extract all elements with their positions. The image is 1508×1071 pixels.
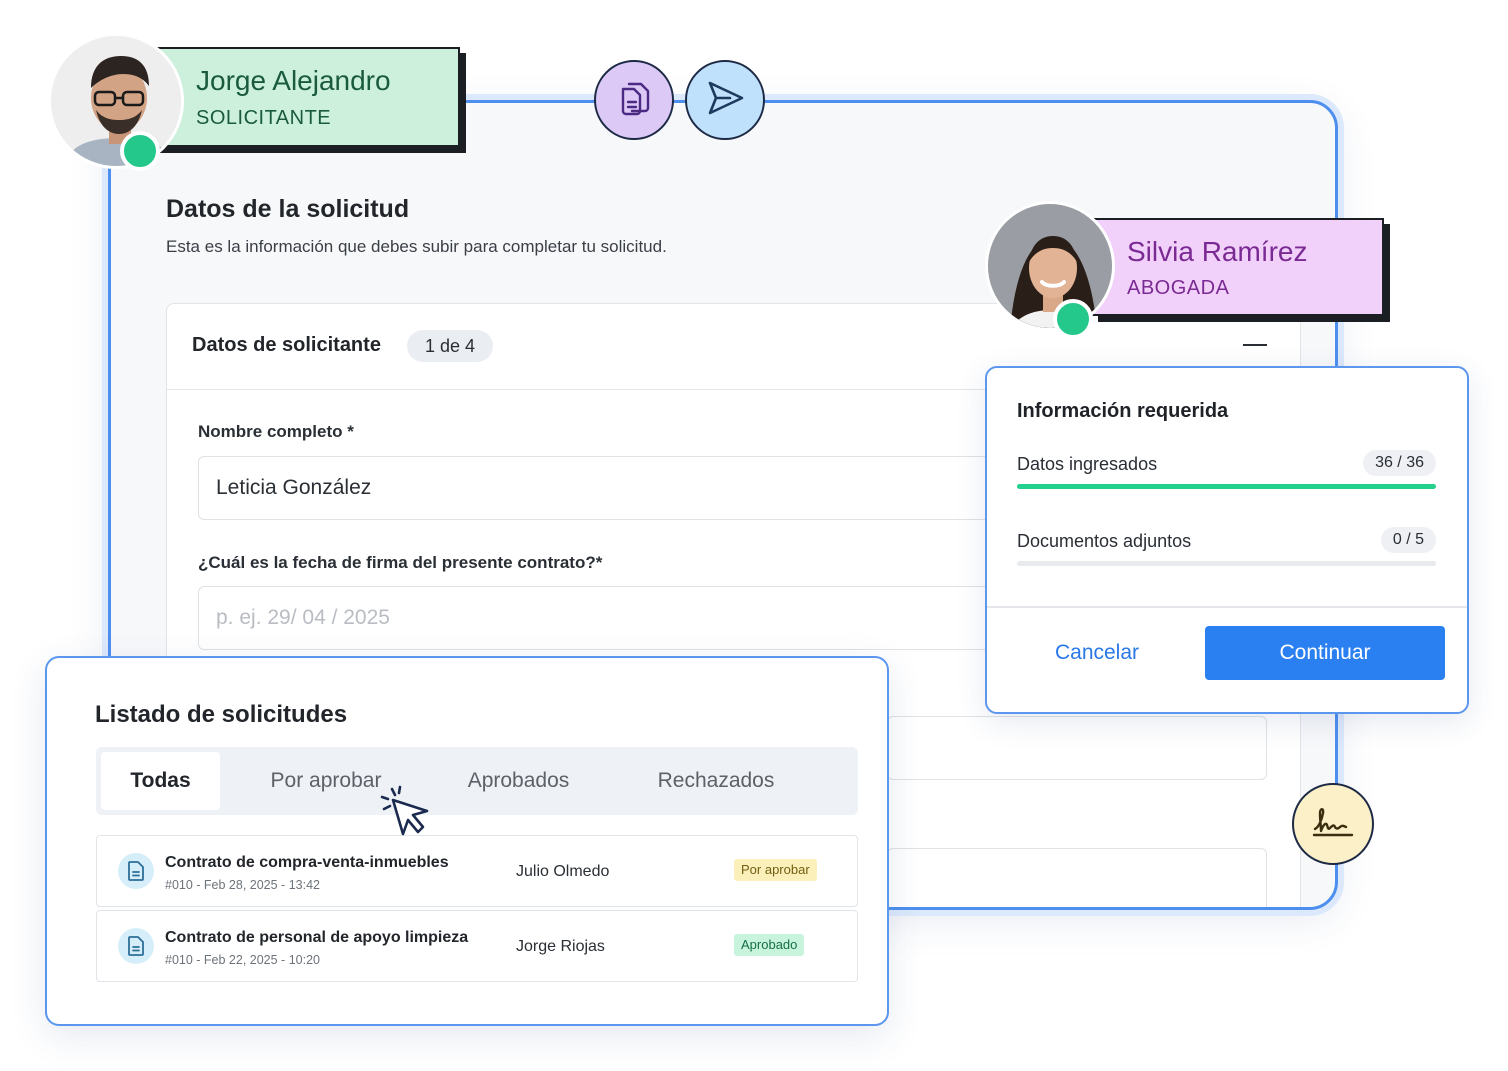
attachments-label: Documentos adjuntos [1017, 531, 1192, 551]
request-title: Contrato de personal de apoyo limpieza [165, 929, 469, 946]
signature-icon [1309, 802, 1357, 847]
document-icon [118, 928, 154, 964]
data-entered-label: Datos ingresados [1017, 454, 1158, 474]
attachments-count: 0 / 5 [1380, 527, 1436, 553]
minus-icon[interactable] [1243, 344, 1267, 346]
status-tabs: Todas Por aprobar Aprobados Rechazados [96, 747, 858, 815]
pointer-cursor-icon [378, 783, 438, 843]
request-row[interactable]: Contrato de personal de apoyo limpieza #… [96, 910, 858, 982]
send-button[interactable] [685, 60, 765, 140]
applicant-online-indicator [120, 131, 160, 171]
dialog-title: Información requerida [1017, 400, 1229, 422]
data-entered-count: 36 / 36 [1363, 450, 1436, 476]
requests-list-window: Listado de solicitudes Todas Por aprobar… [45, 656, 889, 1026]
lawyer-role: ABOGADA [1127, 277, 1230, 299]
list-title: Listado de solicitudes [95, 701, 348, 728]
applicant-role: SOLICITANTE [196, 107, 332, 129]
tab-rejected[interactable]: Rechazados [641, 752, 791, 810]
required-info-dialog: Información requerida Datos ingresados 3… [985, 366, 1469, 714]
request-person: Julio Olmedo [516, 863, 610, 880]
tab-pending[interactable]: Por aprobar [256, 752, 396, 810]
request-title: Contrato de compra-venta-inmuebles [165, 854, 449, 871]
full-name-label: Nombre completo * [198, 422, 354, 441]
document-icon [118, 853, 154, 889]
tab-approved[interactable]: Aprobados [451, 752, 586, 810]
data-entered-progress [1017, 484, 1436, 489]
form-input-3[interactable] [887, 716, 1267, 780]
applicant-badge: Jorge Alejandro SOLICITANTE [150, 47, 460, 147]
tab-all[interactable]: Todas [101, 752, 220, 810]
continue-button[interactable]: Continuar [1205, 626, 1445, 680]
sign-date-label: ¿Cuál es la fecha de firma del presente … [198, 553, 603, 572]
attachments-progress [1017, 561, 1436, 566]
applicant-avatar [48, 33, 184, 169]
applicant-name: Jorge Alejandro [196, 65, 391, 96]
documents-button[interactable] [594, 60, 674, 140]
dialog-divider [987, 606, 1467, 608]
form-input-4[interactable] [887, 848, 1267, 907]
step-indicator: 1 de 4 [407, 330, 494, 362]
page-title: Datos de la solicitud [166, 195, 410, 223]
lawyer-avatar [985, 201, 1115, 331]
page-subtitle: Esta es la información que debes subir p… [166, 237, 667, 256]
cancel-button[interactable]: Cancelar [1027, 626, 1167, 680]
data-entered-progress-fill [1017, 484, 1436, 489]
request-person: Jorge Riojas [516, 938, 605, 955]
request-meta: #010 - Feb 22, 2025 - 10:20 [165, 953, 320, 967]
request-meta: #010 - Feb 28, 2025 - 13:42 [165, 878, 320, 892]
lawyer-badge: Silvia Ramírez ABOGADA [1092, 218, 1384, 316]
lawyer-online-indicator [1053, 299, 1093, 339]
documents-icon [614, 78, 654, 123]
sign-button[interactable] [1292, 783, 1374, 865]
send-icon [703, 76, 747, 125]
status-badge: Por aprobar [734, 859, 817, 881]
request-row[interactable]: Contrato de compra-venta-inmuebles #010 … [96, 835, 858, 907]
lawyer-name: Silvia Ramírez [1127, 236, 1308, 267]
section-title: Datos de solicitante [192, 334, 381, 356]
status-badge: Aprobado [734, 934, 805, 956]
